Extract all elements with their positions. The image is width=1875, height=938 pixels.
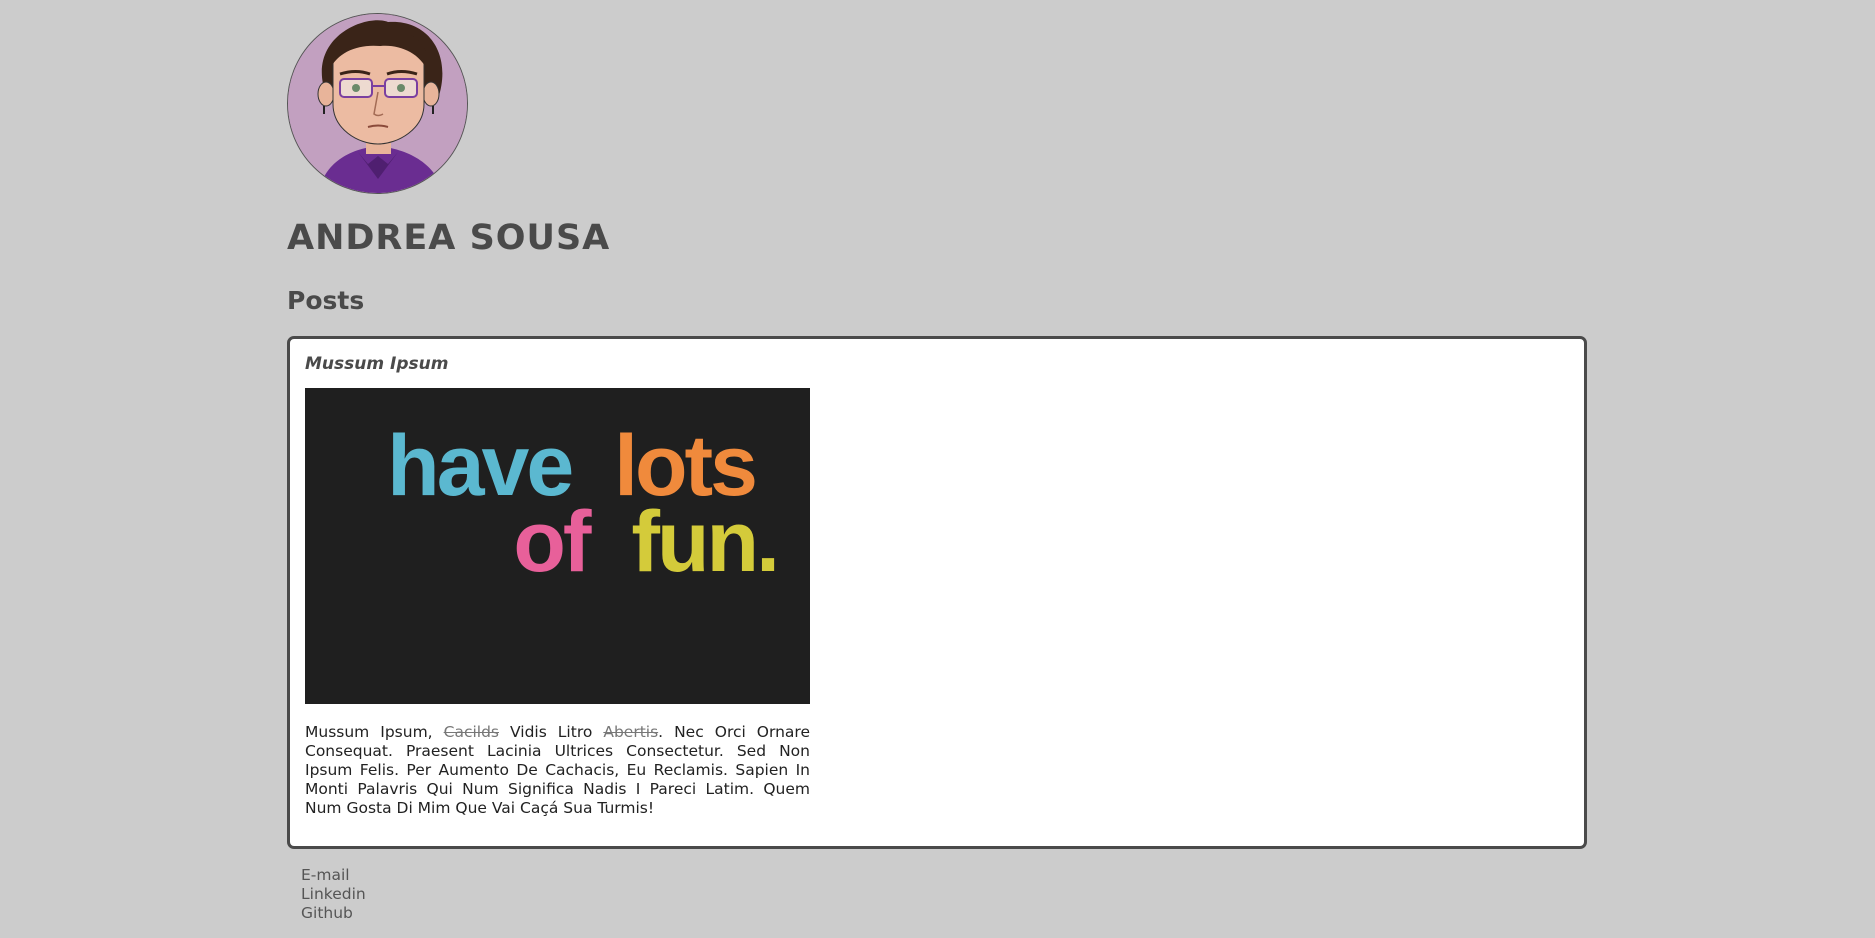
post-title: Mussum Ipsum xyxy=(305,354,449,374)
post-body-part1: Mussum Ipsum, xyxy=(305,723,444,741)
post-image: have lots of fun. xyxy=(305,388,810,704)
profile-name: ANDREA SOUSA xyxy=(287,218,611,258)
post-card: Mussum Ipsum have lots of fun. Mussum Ip… xyxy=(287,336,1587,849)
github-link[interactable]: Github xyxy=(301,904,366,923)
page: ANDREA SOUSA Posts Mussum Ipsum have lot… xyxy=(0,0,1875,938)
post-image-graphic: have lots of fun. xyxy=(305,388,810,704)
posts-section-title: Posts xyxy=(287,286,365,315)
image-word-of: of xyxy=(513,494,592,590)
post-body-strike1: Cacilds xyxy=(443,723,499,741)
footer-links: E-mail Linkedin Github xyxy=(301,866,366,923)
post-body-strike2: Abertis xyxy=(603,723,659,741)
image-word-fun: fun. xyxy=(631,494,777,590)
cartoon-avatar-icon xyxy=(288,14,467,193)
post-body-part2: Vidis Litro xyxy=(499,723,604,741)
svg-text:of fun.: of fun. xyxy=(513,494,777,590)
linkedin-link[interactable]: Linkedin xyxy=(301,885,366,904)
email-link[interactable]: E-mail xyxy=(301,866,366,885)
avatar xyxy=(287,13,468,194)
post-body: Mussum Ipsum, Cacilds Vidis Litro Aberti… xyxy=(305,723,810,818)
